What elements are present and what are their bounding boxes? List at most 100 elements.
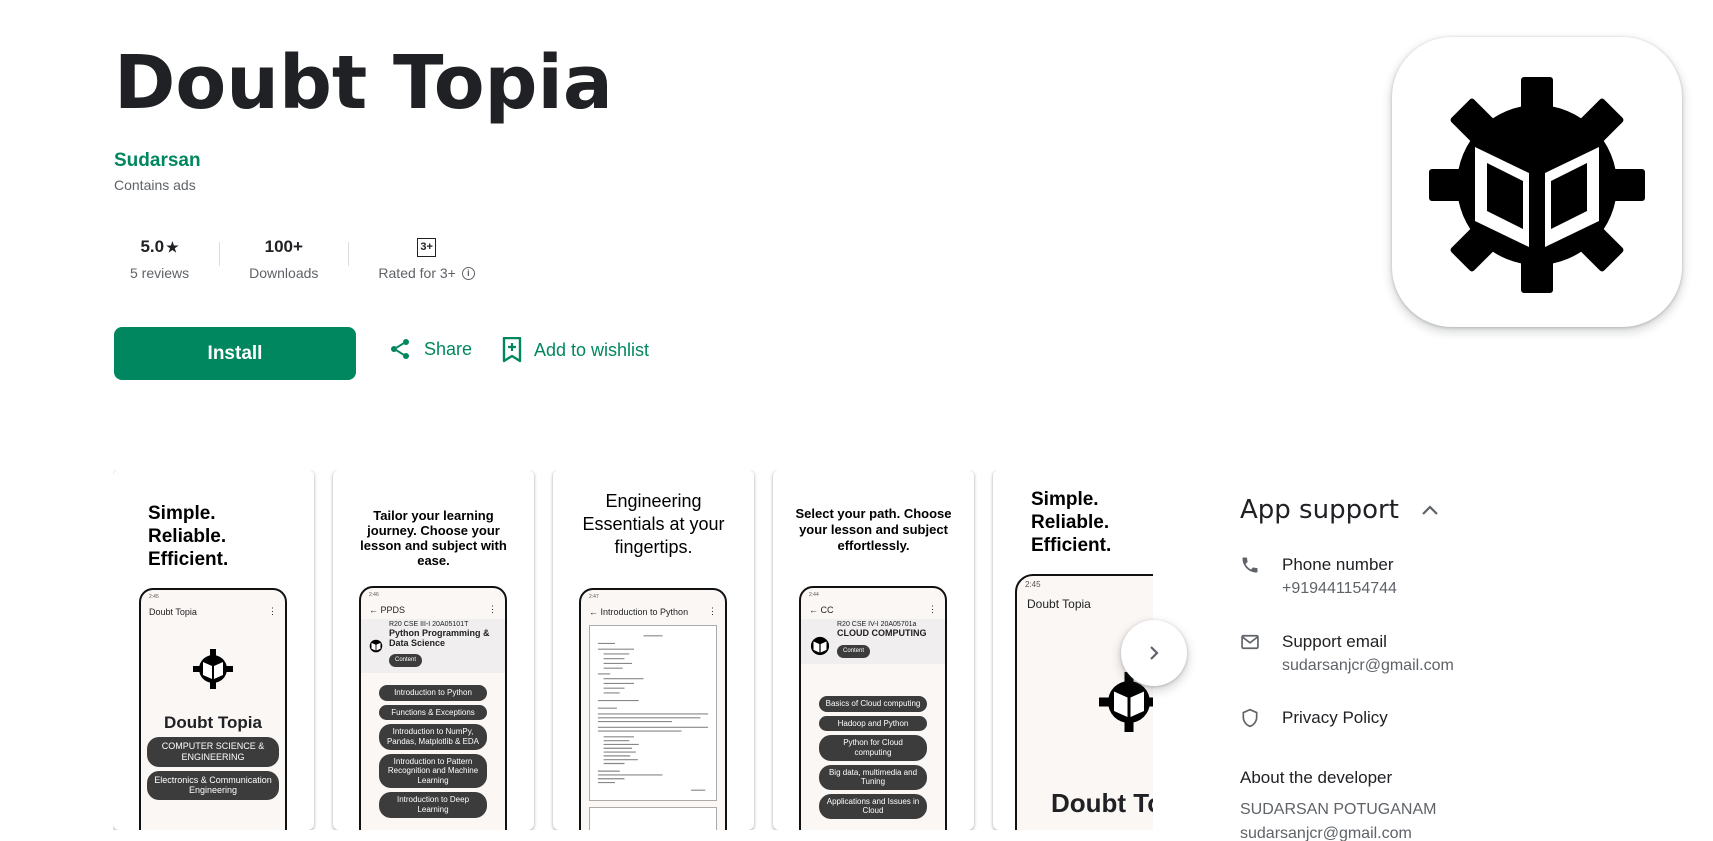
phone-number-row[interactable]: Phone number +919441154744 [1240,555,1397,598]
gear-book-logo [1429,77,1645,293]
rating-number: 5.0 [140,237,165,256]
support-email-value: sudarsanjcr@gmail.com [1282,657,1454,674]
course-card: R20 CSE IV-I 20A05701a CLOUD COMPUTING C… [801,619,945,665]
star-icon: ★ [166,238,179,255]
privacy-policy-row[interactable]: Privacy Policy [1240,708,1388,728]
downloads-label: Downloads [249,265,319,281]
content-button: Content [837,645,871,659]
more-icon: ⋮ [708,606,717,616]
app-support-header[interactable]: App support [1240,495,1700,525]
lesson-button: Introduction to Python [379,685,487,701]
lesson-button: Big data, multimedia and Tuning [819,764,927,790]
app-icon [1392,37,1682,327]
lesson-button: Introduction to Deep Learning [379,792,487,818]
document-preview [589,625,717,801]
phone-app-bar: ← Introduction to Python ⋮ [581,604,725,619]
phone-status-bar: 2:45 [149,594,159,600]
support-email-text: Support email sudarsanjcr@gmail.com [1282,632,1454,675]
lesson-button: Introduction to Pattern Recognition and … [379,753,487,789]
lesson-button: Functions & Exceptions [379,704,487,721]
phone-number-label: Phone number [1282,555,1394,574]
screenshot-1[interactable]: Simple. Reliable. Efficient. 2:45 Doubt … [113,470,314,830]
screenshot-2[interactable]: Tailor your learning journey. Choose you… [333,470,534,830]
reviews-count: 5 reviews [130,265,190,281]
install-button[interactable]: Install [114,327,356,380]
screenshot-heading: Simple. Reliable. Efficient. [148,502,314,571]
phone-bar-title: Introduction to Python [600,606,689,617]
rating-stat[interactable]: 5.0 ★ 5 reviews [114,230,219,286]
support-email-row[interactable]: Support email sudarsanjcr@gmail.com [1240,632,1454,675]
phone-app-title: Doubt Topia [1051,788,1153,818]
screenshot-3[interactable]: Engineering Essentials at your fingertip… [553,470,754,830]
chevron-up-icon[interactable] [1421,504,1439,516]
mail-icon [1241,634,1259,650]
heading-line: Reliable. [148,526,227,547]
screenshot-4[interactable]: Select your path. Choose your lesson and… [773,470,974,830]
lesson-button: Basics of Cloud computing [819,696,927,712]
course-name: CLOUD COMPUTING [837,628,927,638]
phone-bar-title: Doubt Topia [149,606,197,617]
screenshots-carousel[interactable]: Simple. Reliable. Efficient. 2:45 Doubt … [113,470,1153,830]
content-rating-label: Rated for 3+ [378,265,456,281]
screenshot-heading: Tailor your learning journey. Choose you… [360,508,507,568]
lesson-list: Basics of Cloud computing Hadoop and Pyt… [801,666,945,819]
more-icon: ⋮ [488,604,497,614]
rating-value: 5.0 ★ [140,235,178,259]
phone-bar-title: CC [820,604,834,615]
course-card: R20 CSE III-I 20A05101T Python Programmi… [361,619,505,674]
bookmark-add-icon [502,337,522,363]
chevron-right-icon [1150,646,1159,660]
screenshot-heading: Select your path. Choose your lesson and… [795,506,952,553]
ads-notice: Contains ads [114,177,196,193]
support-email-label: Support email [1282,632,1387,651]
course-name: Python Programming & Data Science [388,628,490,648]
course-code: R20 CSE III-I 20A05101T [388,621,469,628]
share-button[interactable]: Share [388,337,472,361]
phone-bar-title: PPDS [380,604,406,615]
content-rating-stat: 3+ Rated for 3+ i [348,230,504,286]
screenshot-heading: Engineering Essentials at your fingertip… [582,491,725,557]
gear-book-logo [810,636,830,656]
phone-app-title: Doubt Topia [164,713,262,732]
heading-line: Efficient. [1031,535,1112,556]
course-info: R20 CSE IV-I 20A05701a CLOUD COMPUTING C… [837,621,927,662]
course-code: R20 CSE IV-I 20A05701a [837,621,917,628]
branch-button: Electronics & Communication Engineering [147,770,279,801]
lesson-button: Introduction to NumPy, Pandas, Matplotli… [379,724,487,750]
phone-status-bar: 2:46 [369,592,379,598]
wishlist-label: Add to wishlist [534,339,650,360]
branch-button: COMPUTER SCIENCE & ENGINEERING [147,737,279,767]
document-text-lines [597,635,709,791]
phone-mockup: 2:46 ← PPDS ⋮ R20 CSE III-I 20A05101T Pyt… [359,586,507,830]
phone-status-bar: 2:44 [809,592,819,598]
developer-link[interactable]: Sudarsan [114,150,201,172]
phone-bar-title-wrap: ← PPDS [369,604,406,615]
heading-line: Reliable. [1031,512,1110,533]
more-icon: ⋮ [928,604,937,614]
info-icon[interactable]: i [461,266,475,280]
more-icon: ⋮ [268,606,277,616]
privacy-policy-label: Privacy Policy [1282,708,1388,727]
phone-number-value: +919441154744 [1282,580,1397,597]
gear-book-logo [193,649,233,689]
phone-icon [1242,557,1258,573]
wishlist-button[interactable]: Add to wishlist [502,337,649,363]
phone-bar-title: Doubt Topia [1027,597,1091,611]
phone-status-bar: 2:47 [589,594,599,600]
content-rating-label-row: Rated for 3+ i [378,265,475,281]
phone-mockup: 2:44 ← CC ⋮ R20 CSE IV-I 20A05701a CLOUD … [799,586,947,830]
heading-line: Simple. [1031,489,1099,510]
downloads-value: 100+ [264,237,303,256]
developer-email[interactable]: sudarsanjcr@gmail.com [1240,825,1412,841]
shield-icon [1242,708,1258,728]
about-developer-title: About the developer [1240,768,1393,787]
phone-app-bar: ← CC ⋮ [801,602,945,617]
phone-logo-wrap [141,649,285,689]
heading-line: Efficient. [148,549,229,570]
app-title: Doubt Topia [114,40,613,126]
content-rating-badge: 3+ [417,237,437,257]
developer-full-name: SUDARSAN POTUGANAM [1240,801,1437,818]
lesson-button: Python for Cloud computing [819,735,927,761]
carousel-next-button[interactable] [1121,620,1187,686]
phone-mockup: 2:45 Doubt Topia Doubt Topia [1015,574,1153,830]
